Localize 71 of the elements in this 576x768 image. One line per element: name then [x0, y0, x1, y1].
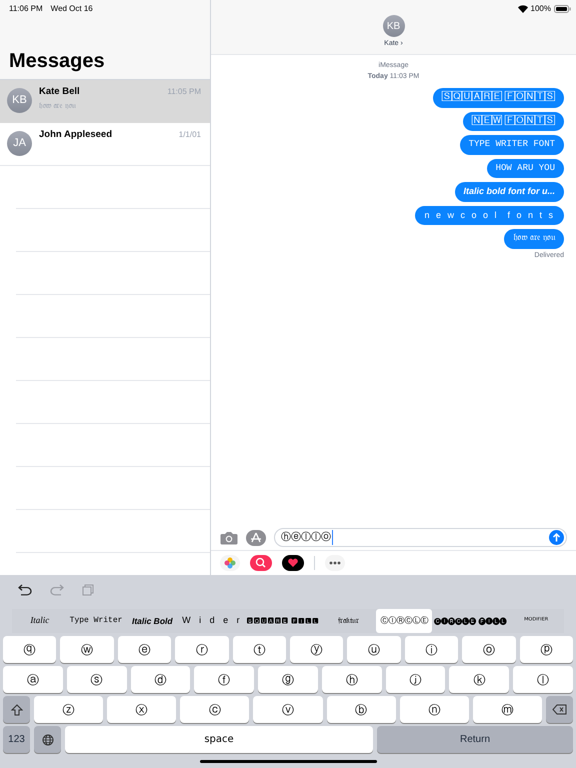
- message-bubble: 🄽🄴🅆 🄵🄾🄽🅃🅂: [463, 112, 564, 131]
- message-bubble: n e w c o o l f o n t s: [415, 206, 564, 225]
- keyboard-key[interactable]: ⓦ: [60, 636, 114, 663]
- keyboard-key[interactable]: ⓛ: [513, 666, 574, 693]
- font-style-tab[interactable]: Italic: [12, 609, 68, 633]
- message-bubble: 𝔥𝔬𝔴 𝔞𝔯𝔢 𝔶𝔬𝔲: [504, 229, 564, 248]
- keyboard-key[interactable]: ⓥ: [253, 696, 323, 723]
- keyboard-key[interactable]: ⓢ: [66, 666, 127, 693]
- keyboard-key[interactable]: ⓚ: [449, 666, 510, 693]
- undo-icon[interactable]: [18, 584, 32, 596]
- status-date: Wed Oct 16: [50, 3, 93, 15]
- delete-icon: [552, 704, 567, 715]
- keyboard-key[interactable]: ⓠ: [3, 636, 56, 663]
- camera-icon[interactable]: [220, 530, 238, 544]
- conversation-row[interactable]: KB Kate Bell 11:05 PM 𝔥𝔬𝔴 𝔞𝔯𝔢 𝔶𝔬𝔲: [0, 80, 210, 123]
- send-icon[interactable]: [549, 530, 564, 545]
- keyboard-key[interactable]: ⓖ: [258, 666, 318, 693]
- delete-key[interactable]: [546, 696, 573, 723]
- font-style-tab[interactable]: 𝔣𝔯𝔞𝔨𝔱𝔲𝔯: [320, 609, 376, 633]
- messages-title: Messages: [9, 49, 106, 74]
- photos-icon[interactable]: [220, 555, 240, 571]
- keyboard-key[interactable]: ⓞ: [462, 636, 516, 663]
- keyboard-key[interactable]: ⓤ: [347, 636, 401, 663]
- space-key[interactable]: space: [65, 726, 373, 753]
- globe-icon: [42, 734, 54, 746]
- keyboard-key[interactable]: ⓟ: [520, 636, 574, 663]
- return-key[interactable]: Return: [377, 726, 573, 753]
- keyboard-key[interactable]: ⓓ: [130, 666, 190, 693]
- app-store-icon[interactable]: [246, 530, 266, 546]
- numbers-key[interactable]: 123: [3, 726, 30, 753]
- font-style-tab[interactable]: ᴹᴼᴰᴵᶠᴵᴱᴿ: [508, 609, 564, 633]
- shift-icon: [10, 704, 22, 716]
- message-time: 1/1/01: [178, 129, 201, 141]
- message-bubble: TYPE WRITER FONT: [460, 135, 564, 154]
- message-preview: 𝔥𝔬𝔴 𝔞𝔯𝔢 𝔶𝔬𝔲: [39, 100, 78, 112]
- keyboard-key[interactable]: ⓗ: [322, 666, 382, 693]
- keyboard-key[interactable]: ⓐ: [3, 666, 63, 693]
- keyboard-key[interactable]: ⓘ: [404, 636, 458, 663]
- message-bubble: HOW ARU YOU: [486, 158, 564, 178]
- globe-key[interactable]: [34, 726, 61, 753]
- message-time: 11:05 PM: [167, 86, 201, 98]
- font-style-tab[interactable]: Italic Bold: [124, 609, 180, 633]
- message-input[interactable]: ⓗⓔⓛⓛⓞ: [274, 528, 567, 547]
- keyboard-key[interactable]: ⓝ: [400, 696, 469, 723]
- font-style-tab[interactable]: Type Writer: [68, 609, 124, 633]
- keyboard-key[interactable]: ⓩ: [34, 696, 104, 723]
- battery-percent: 100%: [530, 3, 551, 15]
- more-icon[interactable]: [325, 555, 345, 571]
- keyboard-key[interactable]: ⓒ: [180, 696, 250, 723]
- keyboard-key[interactable]: ⓑ: [326, 696, 396, 723]
- search-icon[interactable]: [250, 555, 272, 571]
- message-bubble: Italic bold font for u...: [454, 182, 564, 202]
- keyboard-key[interactable]: ⓔ: [118, 636, 172, 663]
- status-time: 11:06 PM: [9, 3, 43, 15]
- contact-avatar: JA: [7, 131, 32, 156]
- font-style-tab[interactable]: W i d e r: [180, 609, 245, 633]
- contact-name: Kate Bell: [39, 85, 80, 99]
- keyboard-key[interactable]: ⓣ: [232, 636, 286, 663]
- contact-name: John Appleseed: [39, 128, 112, 142]
- keyboard-key[interactable]: ⓜ: [472, 696, 542, 723]
- keyboard-key[interactable]: ⓧ: [107, 696, 176, 723]
- keyboard-key[interactable]: ⓙ: [386, 666, 446, 693]
- keyboard-key[interactable]: ⓨ: [290, 636, 344, 663]
- battery-icon: [554, 5, 571, 13]
- message-bubble: 🅂🅀🅄🄰🅁🄴 🄵🄾🄽🅃🅂: [433, 88, 564, 108]
- shift-key[interactable]: [3, 696, 30, 723]
- contact-avatar: KB: [7, 88, 32, 113]
- keyboard-key[interactable]: ⓕ: [194, 666, 254, 693]
- wifi-icon: [518, 5, 528, 13]
- font-style-tab[interactable]: ⒸⒾⓇⒸⓁⒺ: [376, 609, 432, 633]
- keyboard-key[interactable]: ⓡ: [175, 636, 229, 663]
